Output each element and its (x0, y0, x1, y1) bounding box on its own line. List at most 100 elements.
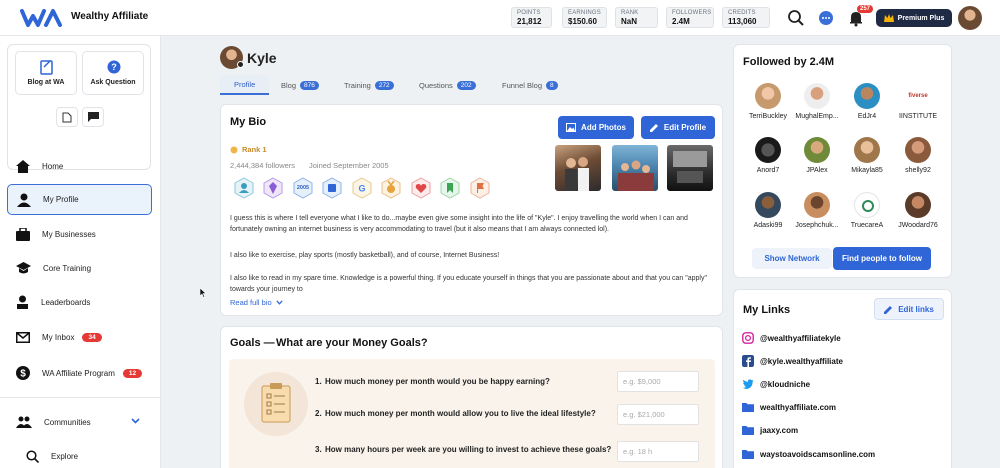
chat-icon[interactable] (817, 9, 835, 27)
inbox-count-badge: 34 (82, 332, 102, 342)
nav-wa-affiliate-program[interactable]: $ WA Affiliate Program 12 (7, 358, 152, 388)
premium-badge-icon[interactable] (263, 177, 283, 199)
follower-item[interactable]: JPAlex (790, 137, 844, 174)
facebook-link[interactable]: @kyle.wealthyaffiliate (742, 355, 843, 367)
badge-year-label: 2005 (296, 185, 310, 191)
wa-logo[interactable] (20, 7, 64, 29)
follower-item[interactable]: Anord7 (741, 137, 795, 174)
affiliate-count-badge: 12 (122, 368, 143, 378)
profile-photo-3[interactable] (667, 145, 713, 191)
profile-tabs: Profile Blog 876 Training 272 Questions 202… (220, 75, 724, 95)
nav-my-businesses[interactable]: My Businesses (7, 219, 152, 249)
nav-my-inbox[interactable]: My Inbox 34 (7, 322, 152, 352)
message-button[interactable] (82, 107, 104, 127)
follower-item[interactable]: Mikayla85 (840, 137, 894, 174)
dollar-icon: $ (16, 366, 30, 380)
document-button[interactable] (56, 107, 78, 127)
twitter-link[interactable]: @kloudniche (742, 378, 810, 390)
read-full-bio-link[interactable]: Read full bio (230, 298, 283, 307)
goal-number-3: 3. (315, 445, 322, 454)
people-photo-graphic (565, 157, 589, 191)
tab-training[interactable]: Training 272 (344, 75, 394, 95)
follower-item[interactable]: shelly92 (891, 137, 945, 174)
divider (0, 397, 161, 398)
premium-plus-badge[interactable]: Premium Plus (876, 9, 952, 27)
blog-at-wa-button[interactable]: Blog at WA (15, 51, 77, 95)
add-photos-button[interactable]: Add Photos (558, 116, 634, 139)
stat-rank: RANK NaN (615, 7, 658, 28)
followers-count: 2,444,384 followers (230, 161, 296, 170)
follower-item[interactable]: fiverse IINSTITUTE (891, 83, 945, 120)
goal-answer-1-input[interactable]: e.g. $9,000 (617, 371, 699, 392)
stat-points: POINTS 21,812 (511, 7, 552, 28)
goal-answer-2-input[interactable]: e.g. $21,000 (617, 404, 699, 425)
bookmark-badge-icon[interactable] (440, 177, 460, 199)
nav-home[interactable]: Home (7, 151, 152, 181)
tab-questions[interactable]: Questions 202 (419, 75, 476, 95)
chevron-down-icon[interactable] (131, 418, 140, 424)
instagram-link[interactable]: @wealthyaffiliatekyle (742, 332, 841, 344)
show-network-button[interactable]: Show Network (752, 248, 832, 269)
follower-avatar (854, 83, 880, 109)
edit-links-button[interactable]: Edit links (874, 298, 944, 320)
pencil-icon (884, 305, 893, 314)
edit-profile-button[interactable]: Edit Profile (641, 116, 715, 139)
heart-badge-icon[interactable] (411, 177, 431, 199)
folder-icon (742, 426, 754, 435)
nav-my-profile[interactable]: My Profile (7, 184, 152, 215)
bio-paragraph-1: I guess this is where I tell everyone wh… (230, 215, 688, 233)
online-status-dot (237, 61, 244, 68)
community-badge-icon[interactable] (234, 177, 254, 199)
follower-item[interactable]: TruecareA (840, 192, 894, 229)
bio-title: My Bio (230, 116, 267, 128)
follower-item[interactable]: JWoodard76 (891, 192, 945, 229)
follower-avatar (804, 192, 830, 218)
user-avatar[interactable] (958, 6, 982, 30)
followed-by-card: Followed by 2.4M TerriBuckley MughalEmp.… (733, 44, 952, 278)
nav-core-training[interactable]: Core Training (7, 253, 152, 283)
follower-avatar (755, 83, 781, 109)
medal-badge-icon[interactable] (381, 177, 401, 199)
google-badge-icon[interactable]: G (352, 177, 372, 199)
nav-explore[interactable]: Explore (7, 441, 152, 468)
follower-avatar (755, 137, 781, 163)
profile-photo-1[interactable] (555, 145, 601, 191)
tab-profile[interactable]: Profile (220, 75, 270, 95)
follower-item[interactable]: Adaski99 (741, 192, 795, 229)
svg-text:?: ? (111, 62, 117, 72)
profile-photo-2[interactable] (612, 145, 658, 191)
blog-badge-icon[interactable] (322, 177, 342, 199)
goal-question-1: How much money per month would you be ha… (325, 377, 550, 386)
folder-icon (742, 450, 754, 459)
find-people-button[interactable]: Find people to follow (833, 247, 931, 270)
tab-funnel-blog[interactable]: Funnel Blog 8 (502, 75, 558, 95)
flag-badge-icon[interactable] (470, 177, 490, 199)
funnel-blog-count: 8 (546, 80, 558, 90)
mail-icon (16, 331, 30, 343)
goal-answer-3-input[interactable]: e.g. 18 h (617, 441, 699, 462)
follower-avatar (804, 137, 830, 163)
ask-question-button[interactable]: ? Ask Question (82, 51, 144, 95)
follower-item[interactable]: EdJr4 (840, 83, 894, 120)
twitter-icon (742, 379, 754, 389)
blog-icon (40, 60, 53, 75)
bio-paragraph-3: I also like to read in my spare time. Kn… (230, 275, 707, 293)
mouse-cursor-icon (200, 288, 207, 298)
website-link[interactable]: waystoavoidscamsonline.com (742, 448, 875, 460)
questions-count: 202 (456, 80, 476, 90)
tab-blog[interactable]: Blog 876 (281, 75, 319, 95)
website-link[interactable]: jaaxy.com (742, 424, 798, 436)
home-icon (16, 159, 30, 173)
goals-panel: 1. How much money per month would you be… (229, 359, 715, 468)
follower-avatar (905, 137, 931, 163)
stat-earnings: EARNINGS $150.60 (562, 7, 607, 28)
follower-item[interactable]: MughalEmp... (790, 83, 844, 120)
follower-item[interactable]: Josephchuk... (790, 192, 844, 229)
nav-leaderboards[interactable]: Leaderboards (7, 287, 152, 317)
bio-card: My Bio Add Photos Edit Profile Rank 1 2,… (220, 104, 723, 316)
instagram-icon (742, 332, 754, 344)
search-icon[interactable] (787, 9, 805, 27)
follower-item[interactable]: TerriBuckley (741, 83, 795, 120)
website-link[interactable]: wealthyaffiliate.com (742, 401, 836, 413)
svg-text:G: G (358, 184, 365, 194)
